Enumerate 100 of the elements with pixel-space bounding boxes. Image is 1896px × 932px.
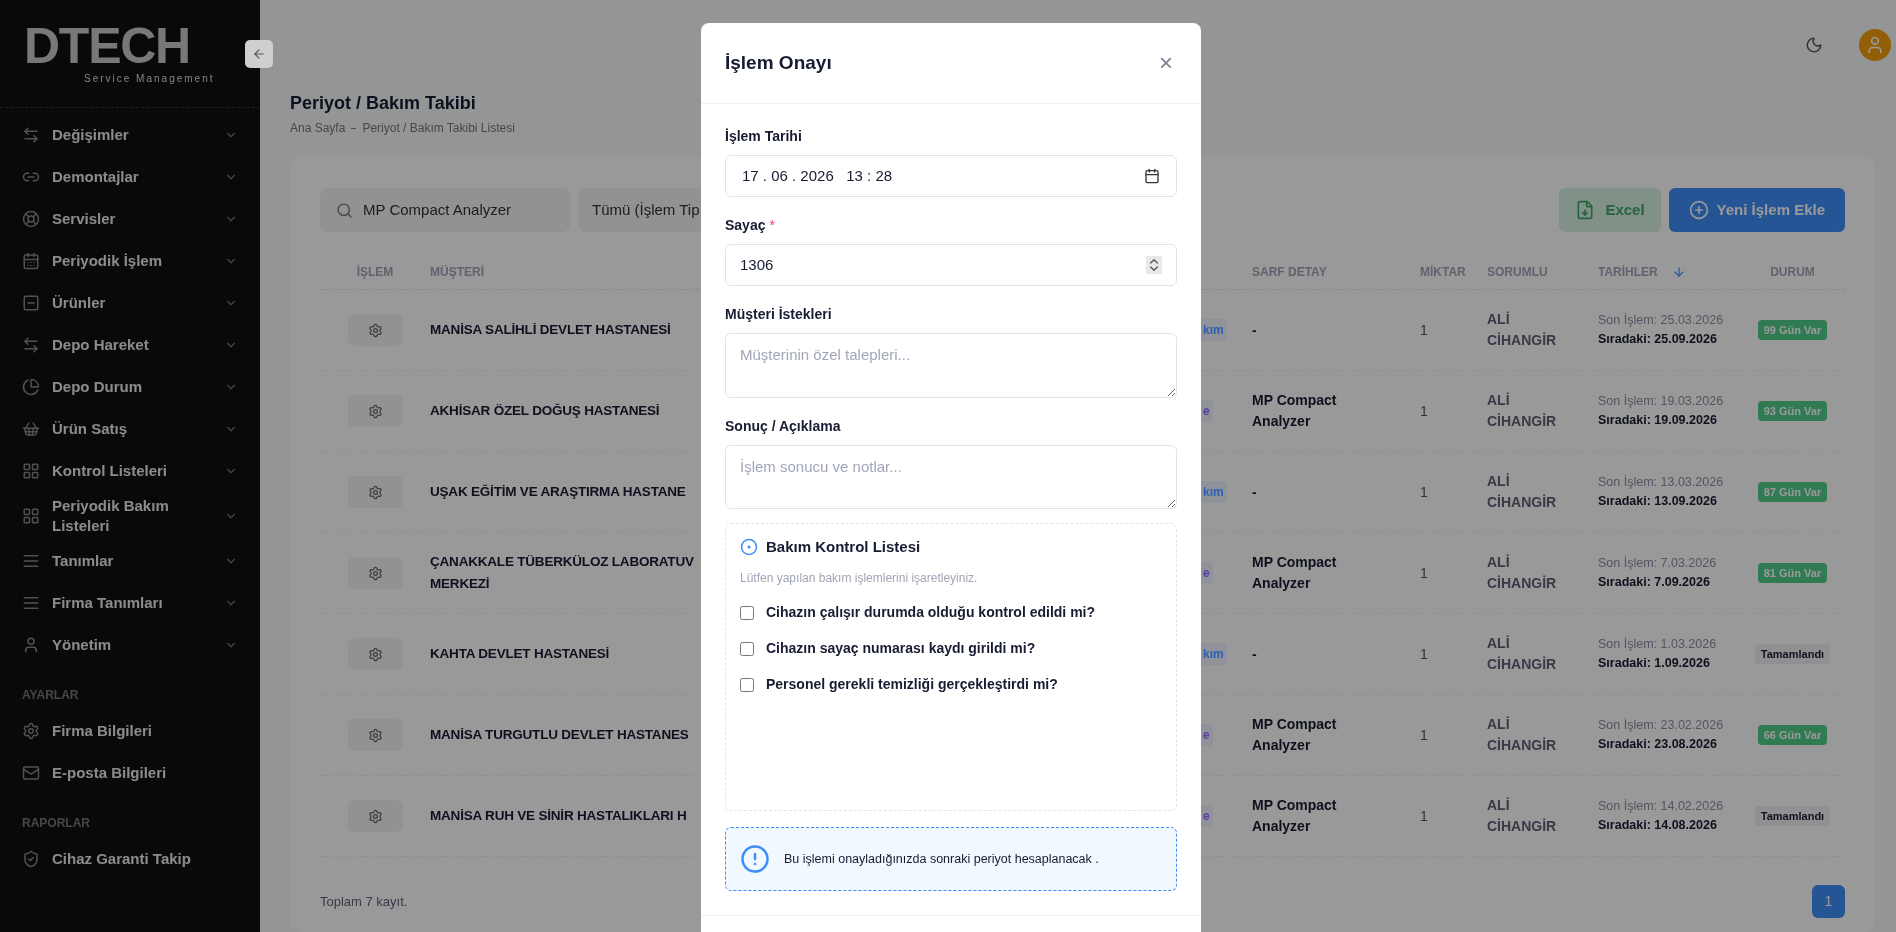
column-header: İŞLEM: [356, 263, 394, 281]
checkbox[interactable]: [740, 605, 754, 620]
shield-icon: [22, 850, 40, 868]
row-action-button[interactable]: [347, 314, 403, 346]
alert-icon: [740, 844, 770, 874]
sidebar-label: Depo Hareket: [52, 335, 150, 355]
search-field[interactable]: MP Compact Analyzer: [320, 188, 570, 232]
column-header: SARF DETAY: [1252, 263, 1328, 281]
pie-chart-icon: [22, 378, 40, 396]
gear-icon: [367, 322, 383, 338]
field-label: Sonuç / Açıklama: [725, 417, 842, 436]
next-date: Sıradaki: 23.08.2026: [1598, 736, 1718, 753]
status-badge: Tamamlandı: [1754, 643, 1831, 665]
dialog-title: İşlem Onayı: [725, 50, 832, 75]
requests-field[interactable]: Müşterinin özel talepleri...: [725, 333, 1177, 398]
owner-name: ALİ CİHANGİR: [1487, 391, 1558, 431]
checkbox[interactable]: [740, 677, 754, 692]
checklist-title: Bakım Kontrol Listesi: [766, 537, 921, 557]
breadcrumb-link[interactable]: Periyot / Bakım Takibi Listesi: [362, 119, 515, 137]
consumable-detail: MP Compact Analyzer: [1252, 553, 1338, 593]
avatar[interactable]: [1859, 29, 1891, 61]
breadcrumb-link[interactable]: Ana Sayfa: [290, 119, 346, 137]
sidebar-item[interactable]: Servisler: [22, 198, 238, 240]
counter-field[interactable]: 1306: [725, 244, 1177, 286]
gear-icon: [367, 808, 383, 824]
status-badge: Tamamlandı: [1754, 805, 1831, 827]
sidebar-item[interactable]: Tanımlar: [22, 540, 238, 582]
status-badge: 93 Gün Var: [1757, 400, 1828, 422]
sidebar-label: E-posta Bilgileri: [52, 762, 167, 783]
calendar-icon: [22, 252, 40, 270]
sidebar-item[interactable]: Periyodik İşlem: [22, 240, 238, 282]
quantity: 1: [1420, 806, 1429, 826]
column-header: MİKTAR: [1420, 263, 1467, 281]
checklist-item: Cihazın sayaç numarası kaydı girildi mi?: [766, 639, 1036, 658]
sidebar-item[interactable]: Firma Tanımları: [22, 582, 238, 624]
total-count: Toplam 7 kayıt.: [320, 892, 408, 911]
row-action-button[interactable]: [347, 476, 403, 508]
moon-icon[interactable]: [1805, 36, 1823, 54]
lifebuoy-icon: [22, 210, 40, 228]
sidebar-item[interactable]: Cihaz Garanti Takip: [22, 838, 238, 880]
consumable-detail: MP Compact Analyzer: [1252, 391, 1338, 431]
type-badge: kım: [1200, 319, 1227, 341]
date-field[interactable]: 17 . 06 . 2026 13 : 28: [725, 155, 1177, 197]
close-button[interactable]: ×: [1155, 51, 1177, 75]
checkbox[interactable]: [740, 641, 754, 656]
sidebar-item[interactable]: Ürünler: [22, 282, 238, 324]
sidebar-label: Firma Bilgileri: [52, 720, 153, 741]
sidebar-item[interactable]: Kontrol Listeleri: [22, 450, 238, 492]
last-date: Son İşlem: 14.02.2026: [1598, 798, 1725, 815]
basket-icon: [22, 420, 40, 438]
column-header: MÜŞTERİ: [430, 263, 485, 281]
owner-name: ALİ CİHANGİR: [1487, 472, 1558, 512]
consumable-detail: -: [1252, 320, 1258, 340]
consumable-detail: MP Compact Analyzer: [1252, 796, 1338, 836]
page-title: Periyot / Bakım Takibi: [290, 92, 477, 115]
sidebar-item[interactable]: Firma Bilgileri: [22, 710, 238, 752]
sidebar-item[interactable]: Depo Durum: [22, 366, 238, 408]
status-badge: 87 Gün Var: [1757, 481, 1828, 503]
spinner-icon[interactable]: [1146, 256, 1162, 274]
owner-name: ALİ CİHANGİR: [1487, 310, 1558, 350]
row-action-button[interactable]: [347, 557, 403, 589]
result-field[interactable]: İşlem sonucu ve notlar...: [725, 445, 1177, 509]
row-action-button[interactable]: [347, 638, 403, 670]
calendar-icon[interactable]: [1144, 168, 1160, 184]
checklist-hint: Lütfen yapılan bakım işlemlerini işaretleyiniz.: [740, 569, 979, 587]
sidebar-item[interactable]: Yönetim: [22, 624, 238, 666]
file-download-icon: [1575, 200, 1596, 220]
quantity: 1: [1420, 401, 1429, 421]
quantity: 1: [1420, 725, 1429, 745]
owner-name: ALİ CİHANGİR: [1487, 553, 1558, 593]
collapse-button[interactable]: [245, 40, 273, 68]
quantity: 1: [1420, 563, 1429, 583]
row-action-button[interactable]: [347, 395, 403, 427]
row-action-button[interactable]: [347, 719, 403, 751]
info-text: Bu işlemi onayladığınızda sonraki periyot hesaplanacak .: [784, 850, 1099, 868]
customer-name: MANİSA TURGUTLU DEVLET HASTANES: [430, 726, 689, 744]
sidebar-label: Servisler: [52, 209, 117, 229]
arrows-icon: [22, 126, 40, 144]
customer-name: ÇANAKKALE TÜBERKÜLOZ LABORATUV: [430, 553, 694, 571]
grid-icon: [22, 462, 40, 480]
sidebar-label: Demontajlar: [52, 167, 140, 187]
quantity: 1: [1420, 320, 1429, 340]
sidebar-item[interactable]: Ürün Satış: [22, 408, 238, 450]
gear-icon: [367, 646, 383, 662]
last-date: Son İşlem: 25.03.2026: [1598, 312, 1725, 329]
sort-arrow-icon[interactable]: [1671, 264, 1686, 279]
customer-name: MANİSA RUH VE SİNİR HASTALIKLARI H: [430, 807, 687, 825]
sidebar-item[interactable]: Depo Hareket: [22, 324, 238, 366]
sidebar-label: Depo Durum: [52, 377, 143, 397]
row-action-button[interactable]: [347, 800, 403, 832]
checklist-item: Cihazın çalışır durumda olduğu kontrol edildi mi?: [766, 603, 1096, 622]
plus-icon: [1688, 200, 1709, 220]
status-badge: 81 Gün Var: [1757, 562, 1828, 584]
sidebar-item[interactable]: Demontajlar: [22, 156, 238, 198]
customer-name: KAHTA DEVLET HASTANESİ: [430, 645, 610, 663]
sidebar-item[interactable]: Periyodik Bakım Listeleri: [22, 492, 238, 540]
sidebar-item[interactable]: Değişimler: [22, 114, 238, 156]
field-label: İşlem Tarihi: [725, 127, 803, 146]
sidebar-item[interactable]: E-posta Bilgileri: [22, 752, 238, 794]
logo-wordmark: DTECH: [24, 21, 190, 71]
